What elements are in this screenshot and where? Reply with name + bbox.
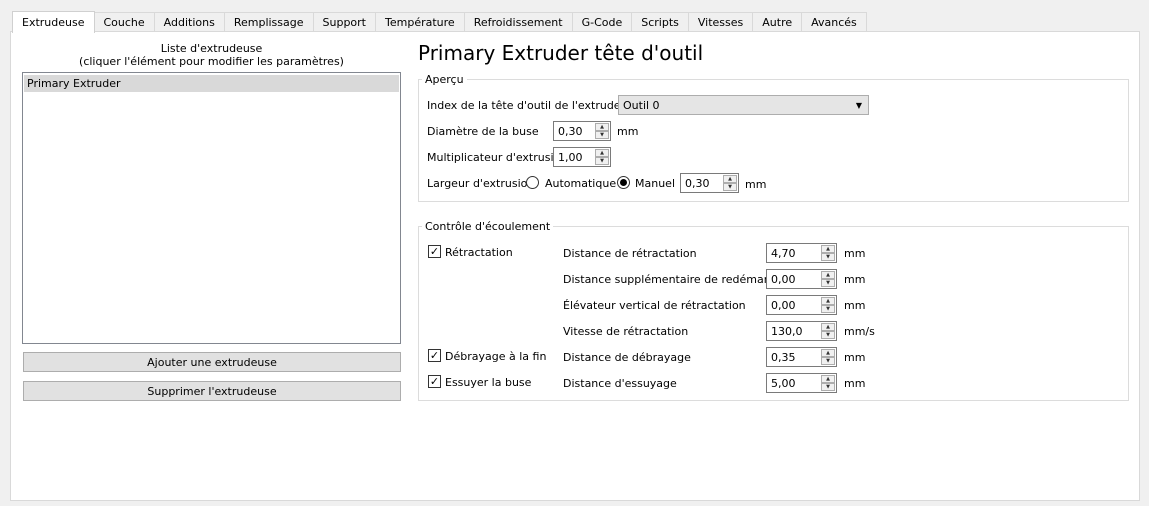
- arrow-up-icon[interactable]: ▲: [595, 149, 609, 157]
- retraction-speed-label: Vitesse de rétractation: [563, 325, 689, 338]
- arrow-down-icon[interactable]: ▼: [595, 131, 609, 139]
- tool-index-value: Outil 0: [623, 98, 660, 112]
- extra-restart-value: 0,00: [771, 272, 796, 286]
- nozzle-unit: mm: [617, 125, 639, 138]
- tab-extrudeuse[interactable]: Extrudeuse: [12, 11, 95, 33]
- wipe-distance-spin[interactable]: 5,00 ▲ ▼: [766, 373, 837, 393]
- vertical-lift-label: Élévateur vertical de rétractation: [563, 299, 746, 312]
- retraction-speed-unit: mm/s: [844, 325, 875, 338]
- list-title-line1: Liste d'extrudeuse: [160, 42, 263, 55]
- extruder-list-title: Liste d'extrudeuse (cliquer l'élément po…: [22, 42, 401, 68]
- extra-restart-label: Distance supplémentaire de redémarrage: [563, 273, 794, 286]
- tab-gcode[interactable]: G-Code: [571, 12, 633, 32]
- coast-distance-spin[interactable]: 0,35 ▲ ▼: [766, 347, 837, 367]
- coast-distance-unit: mm: [844, 351, 866, 364]
- tab-vitesses[interactable]: Vitesses: [687, 12, 754, 32]
- tool-index-label: Index de la tête d'outil de l'extrudeuse: [427, 99, 641, 112]
- retraction-distance-spin[interactable]: 4,70 ▲ ▼: [766, 243, 837, 263]
- remove-extruder-button[interactable]: Supprimer l'extrudeuse: [23, 381, 401, 401]
- arrow-down-icon[interactable]: ▼: [595, 157, 609, 165]
- arrow-up-icon[interactable]: ▲: [821, 375, 835, 383]
- list-item[interactable]: Primary Extruder: [24, 75, 399, 92]
- spin-arrows[interactable]: ▲ ▼: [821, 245, 835, 261]
- nozzle-diameter-label: Diamètre de la buse: [427, 125, 539, 138]
- spin-arrows[interactable]: ▲ ▼: [821, 323, 835, 339]
- tab-avances[interactable]: Avancés: [801, 12, 867, 32]
- arrow-up-icon[interactable]: ▲: [595, 123, 609, 131]
- tab-temperature[interactable]: Température: [375, 12, 465, 32]
- auto-radio-label[interactable]: Automatique: [545, 177, 616, 190]
- vertical-lift-spin[interactable]: 0,00 ▲ ▼: [766, 295, 837, 315]
- extra-restart-unit: mm: [844, 273, 866, 286]
- manual-radio[interactable]: [617, 176, 630, 189]
- tab-couche[interactable]: Couche: [93, 12, 155, 32]
- extrusion-multiplier-spin[interactable]: 1,00 ▲ ▼: [553, 147, 611, 167]
- vertical-lift-value: 0,00: [771, 298, 796, 312]
- nozzle-diameter-spin[interactable]: 0,30 ▲ ▼: [553, 121, 611, 141]
- arrow-down-icon[interactable]: ▼: [821, 331, 835, 339]
- arrow-down-icon[interactable]: ▼: [821, 305, 835, 313]
- retraction-distance-value: 4,70: [771, 246, 796, 260]
- add-extruder-button[interactable]: Ajouter une extrudeuse: [23, 352, 401, 372]
- flow-control-group-title: Contrôle d'écoulement: [422, 220, 554, 233]
- wipe-distance-label: Distance d'essuyage: [563, 377, 677, 390]
- coast-checkbox-label[interactable]: Débrayage à la fin: [445, 350, 546, 363]
- tab-additions[interactable]: Additions: [153, 12, 225, 32]
- spin-arrows[interactable]: ▲ ▼: [821, 297, 835, 313]
- extrusion-width-spin[interactable]: 0,30 ▲ ▼: [680, 173, 739, 193]
- tab-support[interactable]: Support: [312, 12, 376, 32]
- page-title: Primary Extruder tête d'outil: [418, 41, 704, 65]
- vertical-lift-unit: mm: [844, 299, 866, 312]
- overview-group-title: Aperçu: [422, 73, 467, 86]
- chevron-down-icon: ▼: [855, 101, 862, 110]
- arrow-up-icon[interactable]: ▲: [821, 245, 835, 253]
- coast-distance-value: 0,35: [771, 350, 796, 364]
- tool-index-select[interactable]: Outil 0 ▼: [618, 95, 869, 115]
- spin-arrows[interactable]: ▲ ▼: [595, 149, 609, 165]
- arrow-down-icon[interactable]: ▼: [821, 279, 835, 287]
- arrow-up-icon[interactable]: ▲: [821, 323, 835, 331]
- wipe-checkbox[interactable]: ✓: [428, 375, 441, 388]
- manual-radio-label[interactable]: Manuel: [635, 177, 675, 190]
- arrow-up-icon[interactable]: ▲: [723, 175, 737, 183]
- arrow-down-icon[interactable]: ▼: [821, 357, 835, 365]
- coast-checkbox[interactable]: ✓: [428, 349, 441, 362]
- wipe-distance-value: 5,00: [771, 376, 796, 390]
- retraction-speed-spin[interactable]: 130,0 ▲ ▼: [766, 321, 837, 341]
- spin-arrows[interactable]: ▲ ▼: [595, 123, 609, 139]
- retraction-speed-value: 130,0: [771, 324, 803, 338]
- arrow-up-icon[interactable]: ▲: [821, 297, 835, 305]
- spin-arrows[interactable]: ▲ ▼: [723, 175, 737, 191]
- extrusion-width-value: 0,30: [685, 176, 710, 190]
- arrow-up-icon[interactable]: ▲: [821, 349, 835, 357]
- retraction-distance-label: Distance de rétractation: [563, 247, 697, 260]
- arrow-up-icon[interactable]: ▲: [821, 271, 835, 279]
- retraction-checkbox-label[interactable]: Rétractation: [445, 246, 513, 259]
- coast-distance-label: Distance de débrayage: [563, 351, 691, 364]
- extrusion-multiplier-value: 1,00: [558, 150, 583, 164]
- tab-bar: Extrudeuse Couche Additions Remplissage …: [12, 11, 867, 33]
- spin-arrows[interactable]: ▲ ▼: [821, 271, 835, 287]
- spin-arrows[interactable]: ▲ ▼: [821, 349, 835, 365]
- tab-scripts[interactable]: Scripts: [631, 12, 689, 32]
- tab-remplissage[interactable]: Remplissage: [223, 12, 314, 32]
- extrusion-multiplier-label: Multiplicateur d'extrusion: [427, 151, 568, 164]
- nozzle-diameter-value: 0,30: [558, 124, 583, 138]
- auto-radio[interactable]: [526, 176, 539, 189]
- tab-refroidissement[interactable]: Refroidissement: [463, 12, 573, 32]
- extrusion-width-unit: mm: [745, 178, 767, 191]
- spin-arrows[interactable]: ▲ ▼: [821, 375, 835, 391]
- arrow-down-icon[interactable]: ▼: [723, 183, 737, 191]
- extra-restart-spin[interactable]: 0,00 ▲ ▼: [766, 269, 837, 289]
- retraction-checkbox[interactable]: ✓: [428, 245, 441, 258]
- arrow-down-icon[interactable]: ▼: [821, 383, 835, 391]
- wipe-distance-unit: mm: [844, 377, 866, 390]
- retraction-distance-unit: mm: [844, 247, 866, 260]
- extrusion-width-label: Largeur d'extrusion: [427, 177, 535, 190]
- wipe-checkbox-label[interactable]: Essuyer la buse: [445, 376, 531, 389]
- list-title-line2: (cliquer l'élément pour modifier les par…: [79, 55, 344, 68]
- arrow-down-icon[interactable]: ▼: [821, 253, 835, 261]
- tab-autre[interactable]: Autre: [752, 12, 803, 32]
- extruder-list[interactable]: Primary Extruder: [22, 72, 401, 344]
